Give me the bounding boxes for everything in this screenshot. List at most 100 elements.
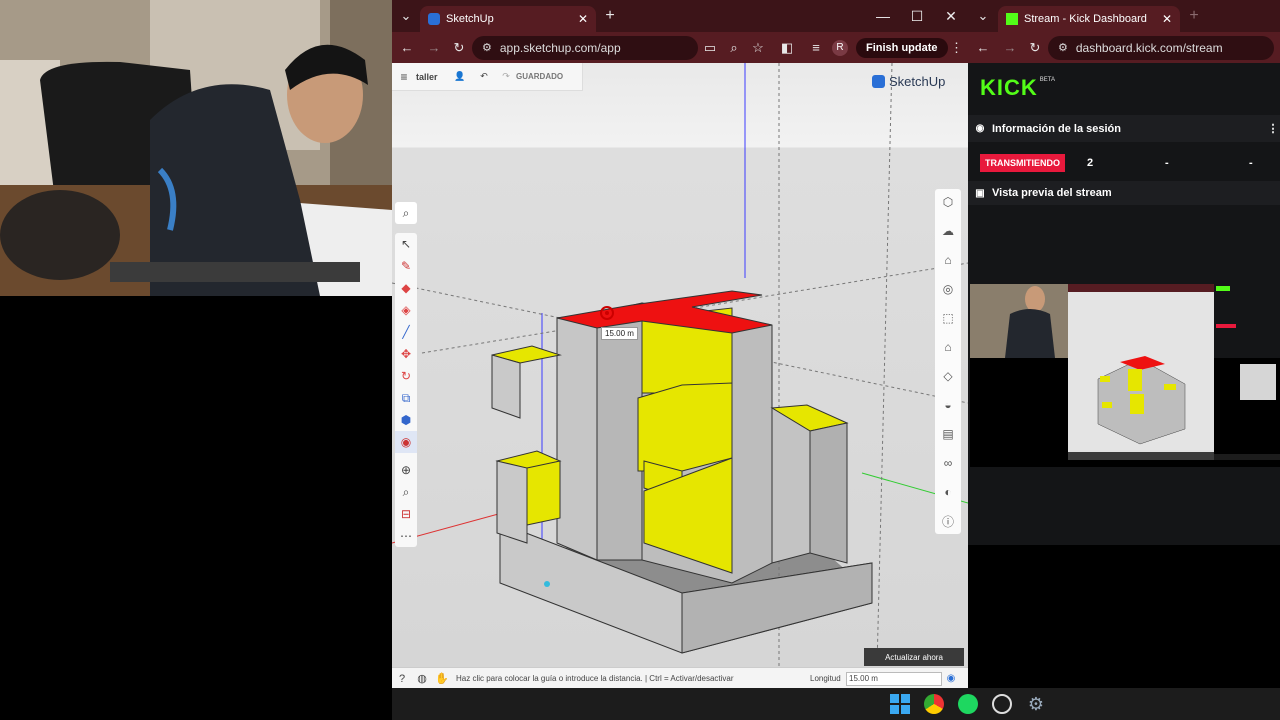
components-icon[interactable]: ⌂: [935, 247, 961, 273]
address-toolbar: ← → ↻ ⚙ app.sketchup.com/app ▭ ⌕ ☆ ◧ ≡ R…: [392, 32, 968, 63]
windows-start-icon[interactable]: [890, 694, 910, 714]
media-icon[interactable]: ≡: [804, 40, 828, 55]
hamburger-menu-icon[interactable]: ≡: [392, 70, 416, 84]
scenes-icon[interactable]: ◇: [935, 363, 961, 389]
tab-search-icon[interactable]: ⌄: [392, 8, 420, 24]
outliner-icon[interactable]: ◒: [935, 392, 961, 418]
kick-tab-strip: ⌄ Stream - Kick Dashboard ✕ +: [968, 0, 1280, 32]
sketchup-top-bar: ≡ taller 👤 ↶ ↷ GUARDADO: [392, 63, 583, 91]
sketchup-logo-icon: [872, 75, 885, 88]
redo-icon[interactable]: ↷: [496, 71, 516, 82]
undo-icon[interactable]: ↶: [472, 71, 496, 82]
model-name[interactable]: taller: [416, 72, 448, 82]
address-bar[interactable]: ⚙ app.sketchup.com/app: [472, 35, 698, 60]
browser-menu-icon[interactable]: ⋮: [948, 40, 966, 56]
instructor-hand-icon[interactable]: ✋: [432, 672, 452, 685]
help-icon[interactable]: ?: [392, 673, 412, 685]
entity-info-icon[interactable]: ⬡: [935, 189, 961, 215]
extensions-icon[interactable]: ◧: [770, 40, 804, 56]
bookmark-star-icon[interactable]: ☆: [746, 40, 770, 56]
session-menu-icon[interactable]: ⋮: [1266, 122, 1280, 135]
eraser-tool-icon[interactable]: ◆: [395, 277, 417, 299]
sketchup-status-icon[interactable]: ◉: [942, 673, 960, 684]
yellow-face-mid: [637, 382, 733, 472]
kick-forward-icon[interactable]: →: [998, 40, 1022, 55]
chrome-taskbar-icon[interactable]: [924, 694, 944, 714]
orbit-tool-icon[interactable]: ⊕: [395, 459, 417, 481]
new-tab-icon[interactable]: +: [596, 7, 624, 25]
kick-site-info-icon[interactable]: ⚙: [1058, 41, 1068, 54]
cast-icon[interactable]: ▭: [698, 40, 722, 56]
display-icon[interactable]: ◐: [935, 479, 961, 505]
finish-update-button[interactable]: Finish update: [856, 37, 948, 58]
maximize-icon[interactable]: ☐: [900, 8, 934, 25]
kick-address-bar[interactable]: ⚙ dashboard.kick.com/stream: [1048, 35, 1274, 60]
right-wing-side: [809, 422, 848, 564]
measurements-input[interactable]: 15.00 m: [846, 671, 942, 686]
line-tool-icon[interactable]: ╱: [395, 321, 417, 343]
kick-logo[interactable]: KICK: [980, 75, 1038, 101]
zoom-tool-icon[interactable]: ⌕: [395, 481, 417, 503]
kick-reload-icon[interactable]: ↻: [1022, 40, 1048, 56]
paint-bucket-icon[interactable]: ◈: [395, 299, 417, 321]
stream-preview-video[interactable]: [970, 284, 1280, 467]
tab-sketchup[interactable]: SketchUp ✕: [420, 6, 596, 32]
save-status: GUARDADO: [516, 72, 564, 81]
tags-icon[interactable]: ⌂: [935, 334, 961, 360]
user-icon[interactable]: 👤: [448, 71, 472, 82]
minimize-icon[interactable]: —: [866, 8, 900, 24]
view-icon[interactable]: ∞: [935, 450, 961, 476]
site-info-icon[interactable]: ⚙: [482, 41, 492, 54]
obs-taskbar-icon[interactable]: [992, 694, 1012, 714]
reload-icon[interactable]: ↻: [446, 40, 472, 56]
model-canvas[interactable]: [392, 63, 968, 667]
lower-left-yellow: [526, 460, 561, 526]
forward-icon[interactable]: →: [422, 40, 446, 55]
update-now-button[interactable]: Actualizar ahora: [864, 648, 964, 666]
materials-icon[interactable]: ◎: [935, 276, 961, 302]
kick-close-tab-icon[interactable]: ✕: [1162, 12, 1172, 26]
close-tab-icon[interactable]: ✕: [578, 12, 588, 26]
profile-avatar[interactable]: R: [832, 39, 848, 56]
kick-browser-window: ⌄ Stream - Kick Dashboard ✕ + ← → ↻ ⚙ da…: [968, 0, 1280, 545]
tape-measure-tool-icon[interactable]: ◉: [395, 431, 417, 453]
move-tool-icon[interactable]: ✥: [395, 343, 417, 365]
kick-tab-search-icon[interactable]: ⌄: [968, 8, 998, 24]
search-icon[interactable]: ⌕: [395, 202, 417, 224]
globe-icon[interactable]: ◍: [412, 672, 432, 685]
kick-back-icon[interactable]: ←: [968, 40, 998, 55]
center-column: [596, 302, 643, 561]
kick-new-tab-icon[interactable]: +: [1180, 7, 1208, 25]
shadows-icon[interactable]: ▤: [935, 421, 961, 447]
beta-label: BETA: [1039, 77, 1056, 83]
inference-point: [544, 581, 550, 587]
section-tool-icon[interactable]: ⊟: [395, 503, 417, 525]
back-icon[interactable]: ←: [392, 40, 422, 55]
sketchup-viewport[interactable]: 15.00 m ≡ taller 👤 ↶ ↷ GUARDADO SketchUp…: [392, 63, 968, 667]
info-icon[interactable]: ⓘ: [935, 508, 961, 534]
webcam-scene: [0, 0, 392, 296]
zoom-icon[interactable]: ⌕: [722, 40, 746, 56]
push-pull-icon[interactable]: ⬢: [395, 409, 417, 431]
instructor-icon[interactable]: ☁: [935, 218, 961, 244]
right-wing-front: [771, 407, 811, 564]
tab-kick-dashboard[interactable]: Stream - Kick Dashboard ✕: [998, 6, 1180, 32]
settings-taskbar-icon[interactable]: ⚙: [1026, 694, 1046, 714]
stream-preview-header: ▣ Vista previa del stream: [968, 181, 1280, 205]
scale-tool-icon[interactable]: ⧉: [395, 387, 417, 409]
spotify-taskbar-icon[interactable]: [958, 694, 978, 714]
kick-address-toolbar: ← → ↻ ⚙ dashboard.kick.com/stream: [968, 32, 1280, 63]
lower-left-front: [496, 460, 528, 544]
webcam-feed: [0, 0, 392, 296]
pencil-tool-icon[interactable]: ✎: [395, 255, 417, 277]
more-tools-icon[interactable]: ⋯: [395, 525, 417, 547]
session-stats-row: TRANSMITIENDO 2 - -: [968, 145, 1280, 180]
session-stat-2: -: [1165, 156, 1169, 169]
styles-icon[interactable]: ⬚: [935, 305, 961, 331]
close-window-icon[interactable]: ✕: [934, 8, 968, 25]
select-tool-icon[interactable]: ↖: [395, 233, 417, 255]
rotate-tool-icon[interactable]: ↻: [395, 365, 417, 387]
measurements-label: Longitud: [810, 674, 841, 683]
session-info-header: ◉ Información de la sesión ⋮: [968, 115, 1280, 142]
kick-url-text: dashboard.kick.com/stream: [1075, 40, 1223, 55]
